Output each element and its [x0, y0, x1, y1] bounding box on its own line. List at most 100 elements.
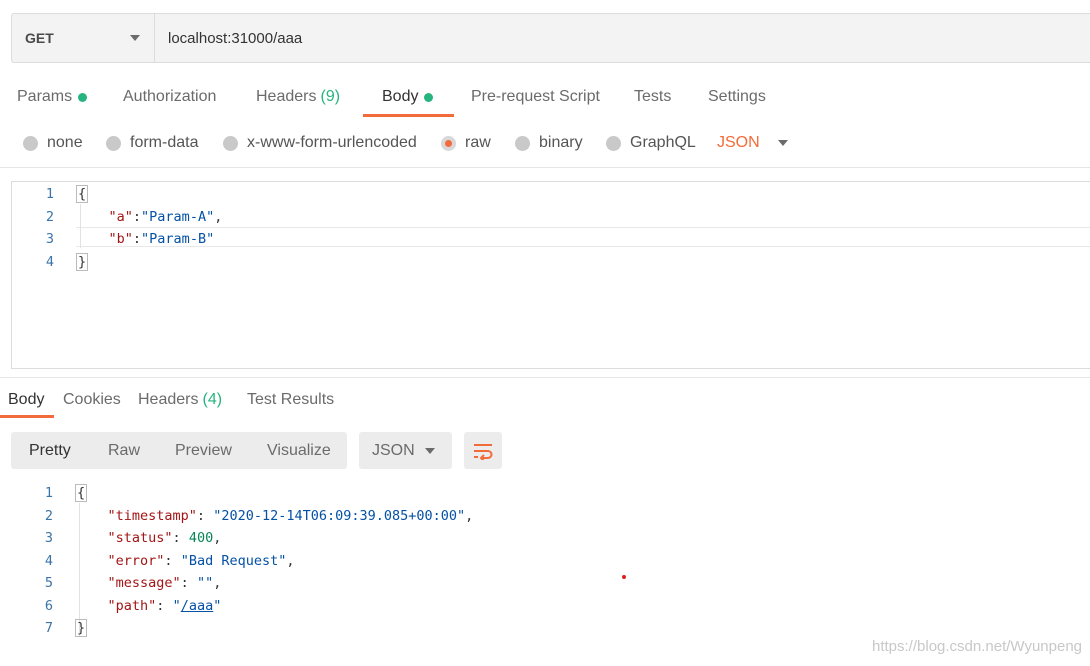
- tab-headers[interactable]: Headers (9): [256, 78, 340, 116]
- radio-raw[interactable]: raw: [441, 130, 491, 156]
- radio-none[interactable]: none: [23, 130, 83, 156]
- code-text: }: [76, 251, 89, 273]
- code-line: 3 "b":"Param-B": [12, 228, 1090, 250]
- radio-circle-icon: [106, 135, 121, 151]
- code-token: ": [172, 597, 181, 614]
- tab-response-body[interactable]: Body: [8, 386, 44, 414]
- code-token: :: [156, 597, 173, 614]
- code-token: "path": [107, 597, 157, 614]
- tab-cookies[interactable]: Cookies: [63, 386, 121, 414]
- tab-label: Body: [382, 88, 419, 105]
- code-token: "b": [108, 231, 133, 247]
- code-token: ,: [213, 530, 222, 546]
- tab-label: Headers: [138, 391, 199, 408]
- code-text: {: [76, 183, 89, 205]
- view-raw-button[interactable]: Raw: [108, 442, 140, 460]
- code-token: :: [172, 530, 189, 546]
- code-token: "": [196, 575, 214, 591]
- wrap-lines-button[interactable]: [464, 432, 502, 469]
- tab-pre-request-script[interactable]: Pre-request Script: [471, 78, 600, 116]
- code-token: "Param-A": [141, 208, 215, 225]
- response-tabs: Body Cookies Headers (4) Test Results: [0, 386, 1090, 418]
- tab-authorization[interactable]: Authorization: [123, 78, 216, 116]
- chevron-down-icon: [130, 35, 140, 41]
- code-token: /aaa: [180, 597, 214, 614]
- code-line: 3 "status": 400,: [11, 527, 1090, 549]
- code-token: ,: [465, 507, 474, 524]
- header-count: (4): [202, 391, 223, 408]
- code-token: :: [180, 575, 197, 591]
- code-token: 400: [188, 530, 214, 546]
- line-number: 3: [45, 231, 54, 247]
- code-token: {: [76, 185, 89, 203]
- radio-graphql[interactable]: GraphQL: [606, 130, 696, 156]
- code-token: "timestamp": [107, 507, 197, 524]
- tab-params[interactable]: Params: [17, 78, 88, 116]
- code-token: }: [76, 252, 89, 271]
- language-label: JSON: [717, 134, 760, 151]
- code-token: ,: [213, 575, 222, 591]
- radio-label: none: [47, 134, 83, 151]
- radio-form-data[interactable]: form-data: [106, 130, 198, 156]
- code-token: :: [164, 552, 181, 569]
- code-token: :: [132, 208, 142, 225]
- code-token: "message": [107, 575, 181, 591]
- active-indicator-dot: [78, 92, 88, 102]
- red-dot-marker: [622, 575, 626, 579]
- line-number: 5: [44, 575, 53, 591]
- code-token: "2020-12-14T06:09:39.085+00:00": [213, 507, 466, 524]
- active-indicator-dot: [424, 92, 434, 102]
- radio-label: x-www-form-urlencoded: [247, 134, 417, 151]
- radio-x-www-form-urlencoded[interactable]: x-www-form-urlencoded: [223, 130, 417, 156]
- code-text: "status": 400,: [75, 527, 222, 549]
- tab-response-headers[interactable]: Headers (4): [138, 386, 222, 414]
- tab-label: Pre-request Script: [471, 88, 600, 105]
- tab-settings[interactable]: Settings: [708, 78, 766, 116]
- view-preview-button[interactable]: Preview: [175, 442, 232, 460]
- view-mode-segmented-control: Pretty Raw Preview Visualize: [11, 432, 347, 469]
- response-format-select[interactable]: JSON: [359, 432, 452, 469]
- tab-body[interactable]: Body: [382, 78, 434, 116]
- body-type-selector: none form-data x-www-form-urlencoded raw…: [0, 130, 1090, 156]
- line-number: 2: [45, 208, 54, 225]
- watermark: https://blog.csdn.net/Wyunpeng: [872, 638, 1082, 655]
- code-token: "status": [107, 530, 173, 546]
- wrap-lines-icon: [474, 443, 493, 460]
- active-tab-underline: [363, 114, 454, 117]
- format-label: JSON: [372, 441, 415, 459]
- tab-label: Settings: [708, 88, 766, 105]
- code-text: "a":"Param-A",: [76, 206, 223, 228]
- radio-binary[interactable]: binary: [515, 130, 583, 156]
- header-count: (9): [320, 88, 341, 105]
- radio-circle-icon: [23, 135, 38, 151]
- language-select[interactable]: JSON: [717, 130, 788, 156]
- tab-test-results[interactable]: Test Results: [247, 386, 334, 414]
- tab-label: Test Results: [247, 391, 335, 408]
- tab-label: Tests: [634, 88, 672, 105]
- line-number: 4: [44, 552, 53, 569]
- code-text: "timestamp": "2020-12-14T06:09:39.085+00…: [75, 505, 474, 527]
- line-number: 7: [44, 620, 53, 636]
- line-number: 2: [44, 507, 53, 524]
- tab-tests[interactable]: Tests: [634, 78, 671, 116]
- line-number: 1: [45, 186, 54, 202]
- request-body-editor[interactable]: 1{2 "a":"Param-A", 3 "b":"Param-B" 4}: [11, 181, 1090, 369]
- code-token: }: [75, 619, 88, 637]
- view-visualize-button[interactable]: Visualize: [267, 442, 331, 460]
- radio-checked-icon: [441, 135, 456, 151]
- url-input[interactable]: [155, 14, 1090, 62]
- line-number: 6: [44, 597, 53, 614]
- tab-label: Body: [8, 391, 45, 408]
- method-label: GET: [25, 30, 54, 46]
- chevron-down-icon: [777, 140, 788, 146]
- radio-label: binary: [539, 134, 583, 151]
- active-tab-underline: [0, 415, 54, 418]
- method-select[interactable]: GET: [12, 14, 155, 62]
- code-token: "a": [108, 208, 133, 225]
- view-pretty-button[interactable]: Pretty: [29, 442, 71, 460]
- code-token: "error": [107, 552, 165, 569]
